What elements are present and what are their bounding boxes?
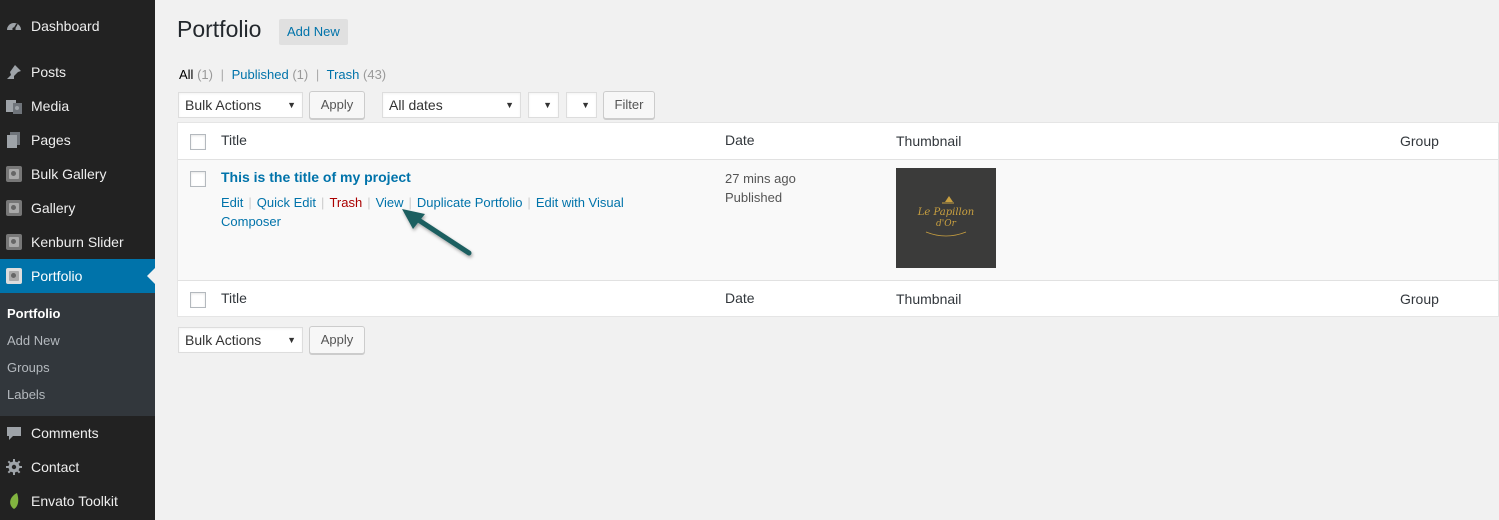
row-date: 27 mins ago Published: [725, 169, 796, 207]
separator: |: [220, 67, 224, 82]
menu-kenburn-slider[interactable]: Kenburn Slider: [0, 225, 155, 259]
portfolio-submenu: Portfolio Add New Groups Labels: [0, 293, 155, 416]
menu-dashboard[interactable]: Dashboard: [0, 9, 155, 43]
dropdown-arrow-icon: ▼: [581, 100, 590, 110]
bulk-actions-value: Bulk Actions: [185, 332, 262, 348]
menu-label: Pages: [31, 132, 71, 148]
submenu-groups[interactable]: Groups: [7, 360, 50, 375]
separator: |: [315, 67, 320, 82]
apply-button-bottom[interactable]: Apply: [309, 326, 365, 354]
filter-all[interactable]: All: [179, 67, 193, 82]
gear-icon: [4, 457, 24, 477]
gallery-icon: [4, 232, 24, 252]
menu-portfolio[interactable]: Portfolio: [0, 259, 155, 293]
menu-label: Kenburn Slider: [31, 234, 124, 250]
gallery-icon: [4, 164, 24, 184]
bulk-actions-select-top[interactable]: Bulk Actions ▼: [178, 92, 303, 118]
category-select[interactable]: ▼: [528, 92, 559, 118]
menu-posts[interactable]: Posts: [0, 55, 155, 89]
trash-link[interactable]: Trash: [329, 195, 362, 210]
row-title-link[interactable]: This is the title of my project: [221, 169, 411, 185]
dates-select[interactable]: All dates ▼: [382, 92, 521, 118]
filter-all-count: (1): [197, 67, 213, 82]
filter-trash-count: (43): [363, 67, 387, 82]
gallery-icon: [4, 198, 24, 218]
menu-bulk-gallery[interactable]: Bulk Gallery: [0, 157, 155, 191]
gallery-icon: [4, 266, 24, 286]
thumbnail-text-line2: d'Or: [936, 219, 957, 229]
filter-button[interactable]: Filter: [603, 91, 655, 119]
column-group-footer: Group: [1400, 291, 1439, 307]
page-title: Portfolio: [177, 16, 262, 42]
pin-icon: [4, 62, 24, 82]
menu-label: Envato Toolkit: [31, 493, 118, 509]
apply-button-top[interactable]: Apply: [309, 91, 365, 119]
menu-contact[interactable]: Contact: [0, 450, 155, 484]
menu-label: Gallery: [31, 200, 76, 216]
separator: |: [367, 195, 371, 210]
thumbnail-logo-image: Le Papillon d'Or: [896, 168, 996, 268]
filter-published[interactable]: Published: [232, 67, 289, 82]
menu-label: Portfolio: [31, 268, 83, 284]
menu-pages[interactable]: Pages: [0, 123, 155, 157]
dropdown-arrow-icon: ▼: [287, 100, 296, 110]
admin-sidebar: Dashboard Posts Media Pages Bulk Gallery…: [0, 0, 155, 520]
separator: |: [321, 195, 325, 210]
bulk-actions-select-bottom[interactable]: Bulk Actions ▼: [178, 327, 303, 353]
status-filters: All (1) | Published (1) | Trash (43): [179, 67, 386, 82]
column-title-header[interactable]: Title: [221, 132, 247, 148]
separator: |: [248, 195, 252, 210]
menu-label: Posts: [31, 64, 67, 80]
post-status: Published: [725, 190, 783, 205]
bulk-actions-value: Bulk Actions: [185, 97, 262, 113]
column-date-header[interactable]: Date: [725, 132, 755, 148]
menu-label: Dashboard: [31, 18, 100, 34]
column-title-footer[interactable]: Title: [221, 290, 247, 306]
menu-label: Contact: [31, 459, 80, 475]
menu-label: Media: [31, 98, 70, 114]
thumbnail-text-line1: Le Papillon: [917, 207, 974, 218]
column-group-header: Group: [1400, 133, 1439, 149]
menu-label: Bulk Gallery: [31, 166, 107, 182]
filter-published-count: (1): [292, 67, 309, 82]
portfolio-table: Title Date Thumbnail Group This is the t…: [177, 122, 1499, 317]
comment-icon: [4, 423, 24, 443]
dates-value: All dates: [389, 97, 443, 113]
table-row: This is the title of my project Edit | Qui…: [178, 159, 1498, 281]
quick-edit-link[interactable]: Quick Edit: [257, 195, 316, 210]
row-checkbox[interactable]: [190, 171, 206, 187]
column-date-footer[interactable]: Date: [725, 290, 755, 306]
add-new-button[interactable]: Add New: [279, 19, 348, 45]
leaf-icon: [4, 491, 24, 511]
menu-gallery[interactable]: Gallery: [0, 191, 155, 225]
edit-link[interactable]: Edit: [221, 195, 243, 210]
select-all-checkbox[interactable]: [190, 134, 206, 150]
submenu-labels[interactable]: Labels: [7, 387, 45, 402]
date-ago: 27 mins ago: [725, 171, 796, 186]
dashboard-icon: [4, 16, 24, 36]
column-thumbnail-header: Thumbnail: [896, 133, 962, 149]
pages-icon: [4, 130, 24, 150]
dropdown-arrow-icon: ▼: [505, 100, 514, 110]
column-thumbnail-footer: Thumbnail: [896, 291, 962, 307]
menu-media[interactable]: Media: [0, 89, 155, 123]
annotation-arrow-icon: [402, 209, 472, 256]
media-icon: [4, 96, 24, 116]
menu-label: Comments: [31, 425, 99, 441]
submenu-portfolio[interactable]: Portfolio: [7, 306, 60, 321]
dropdown-arrow-icon: ▼: [543, 100, 552, 110]
menu-comments[interactable]: Comments: [0, 416, 155, 450]
portfolio-thumbnail[interactable]: Le Papillon d'Or: [896, 168, 996, 268]
separator: |: [527, 195, 531, 210]
group-select[interactable]: ▼: [566, 92, 597, 118]
select-all-checkbox-footer[interactable]: [190, 292, 206, 308]
filter-trash[interactable]: Trash: [327, 67, 360, 82]
menu-envato-toolkit[interactable]: Envato Toolkit: [0, 484, 155, 518]
submenu-add-new[interactable]: Add New: [7, 333, 60, 348]
dropdown-arrow-icon: ▼: [287, 335, 296, 345]
